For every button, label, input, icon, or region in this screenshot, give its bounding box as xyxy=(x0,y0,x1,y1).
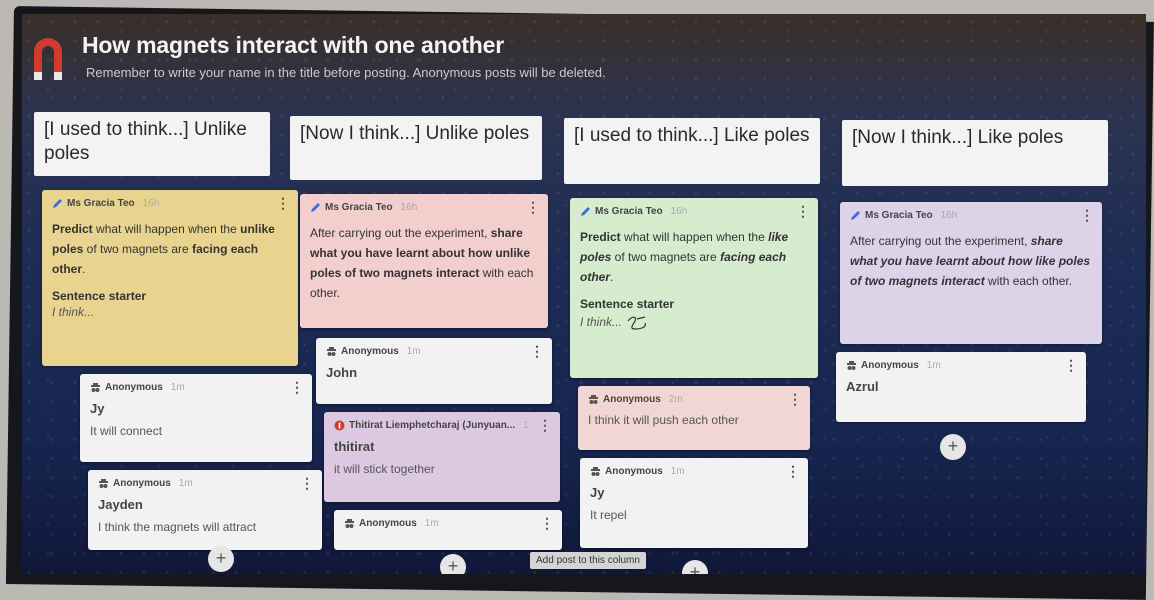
prompt-text: Predict what will happen when the unlike… xyxy=(52,222,275,276)
kebab-menu-icon[interactable]: ⋮ xyxy=(788,392,802,406)
post-card[interactable]: Anonymous 1m ⋮ Jayden I think the magnet… xyxy=(88,470,322,550)
post-card[interactable]: Anonymous 1m ⋮ xyxy=(334,510,562,550)
pencil-icon xyxy=(311,203,320,212)
column-header-2-text: [Now I think...] Unlike poles xyxy=(300,123,530,144)
prompt-text: Predict what will happen when the like p… xyxy=(580,230,789,284)
column-header-4[interactable]: [Now I think...] Like poles xyxy=(842,120,1108,186)
card-author: Anonymous 1m xyxy=(846,360,1076,371)
anonymous-icon xyxy=(99,479,108,488)
post-card[interactable]: Anonymous 1m ⋮ Azrul xyxy=(836,352,1086,422)
kebab-menu-icon[interactable]: ⋮ xyxy=(530,344,544,358)
add-post-tooltip: Add post to this column xyxy=(530,552,646,569)
card-author: Anonymous 1m xyxy=(98,478,312,489)
scribble-drawing xyxy=(627,316,647,330)
add-post-button-2[interactable]: + xyxy=(440,554,466,574)
post-card[interactable]: Anonymous 1m ⋮ John xyxy=(316,338,552,404)
anonymous-icon xyxy=(327,347,336,356)
post-title: Jy xyxy=(90,401,105,416)
card-author: Ms Gracia Teo 16h xyxy=(580,206,808,217)
column-header-3[interactable]: [I used to think...] Like poles xyxy=(564,118,820,184)
sentence-starter-text: I think... xyxy=(580,313,808,333)
add-post-button-4[interactable]: + xyxy=(940,434,966,460)
column-header-4-text: [Now I think...] Like poles xyxy=(852,127,1064,148)
kebab-menu-icon[interactable]: ⋮ xyxy=(290,380,304,394)
anonymous-icon xyxy=(591,467,600,476)
post-card[interactable]: Thitirat Liemphetcharaj (Junyuan... 1 ⋮ … xyxy=(324,412,560,502)
prompt-text: After carrying out the experiment, share… xyxy=(310,226,534,300)
prompt-card-4[interactable]: Ms Gracia Teo 16h ⋮ After carrying out t… xyxy=(840,202,1102,344)
post-title: Azrul xyxy=(846,379,879,394)
card-author: Anonymous 2m xyxy=(588,394,800,405)
board-title: How magnets interact with one another xyxy=(82,32,504,58)
kebab-menu-icon[interactable]: ⋮ xyxy=(276,196,290,210)
column-header-1-text: [I used to think...] Unlike poles xyxy=(44,119,247,164)
card-author: Anonymous 1m xyxy=(326,346,542,357)
pencil-icon xyxy=(581,207,590,216)
kebab-menu-icon[interactable]: ⋮ xyxy=(1080,208,1094,222)
post-text: It repel xyxy=(590,508,627,522)
post-card[interactable]: Anonymous 1m ⋮ Jy It will connect xyxy=(80,374,312,462)
board-subtitle: Remember to write your name in the title… xyxy=(86,65,606,80)
kebab-menu-icon[interactable]: ⋮ xyxy=(300,476,314,490)
add-post-button-3[interactable]: + xyxy=(682,560,708,574)
sentence-starter-label: Sentence starter xyxy=(52,289,147,303)
post-text: It will connect xyxy=(90,424,163,438)
post-text: it will stick together xyxy=(334,462,435,476)
card-author: Ms Gracia Teo 16h xyxy=(310,202,538,213)
prompt-card-2[interactable]: Ms Gracia Teo 16h ⋮ After carrying out t… xyxy=(300,194,548,328)
prompt-text: After carrying out the experiment, share… xyxy=(850,234,1091,288)
prompt-card-1[interactable]: Ms Gracia Teo 16h ⋮ Predict what will ha… xyxy=(42,190,298,366)
card-author: Anonymous 1m xyxy=(344,518,552,529)
post-title: John xyxy=(326,365,358,380)
post-card[interactable]: Anonymous 1m ⋮ Jy It repel xyxy=(580,458,808,548)
post-text: I think it will push each other xyxy=(588,413,739,427)
column-header-3-text: [I used to think...] Like poles xyxy=(574,125,810,146)
post-title: Jayden xyxy=(98,497,143,512)
anonymous-icon xyxy=(589,395,598,404)
card-author: Ms Gracia Teo 16h xyxy=(52,198,288,209)
kebab-menu-icon[interactable]: ⋮ xyxy=(1064,358,1078,372)
card-author: Anonymous 1m xyxy=(590,466,798,477)
board-header: How magnets interact with one another Re… xyxy=(22,14,1146,96)
sentence-starter-label: Sentence starter xyxy=(580,297,675,311)
kebab-menu-icon[interactable]: ⋮ xyxy=(540,516,554,530)
kebab-menu-icon[interactable]: ⋮ xyxy=(526,200,540,214)
red-avatar-icon xyxy=(334,420,345,431)
pencil-icon xyxy=(851,211,860,220)
magnet-icon xyxy=(34,38,62,80)
kebab-menu-icon[interactable]: ⋮ xyxy=(538,418,552,432)
post-card[interactable]: Anonymous 2m ⋮ I think it will push each… xyxy=(578,386,810,450)
card-author: Anonymous 1m xyxy=(90,382,302,393)
post-title: Jy xyxy=(590,485,605,500)
card-author: Ms Gracia Teo 16h xyxy=(850,210,1092,221)
pencil-icon xyxy=(53,199,62,208)
add-post-button-1[interactable]: + xyxy=(208,546,234,572)
prompt-card-3[interactable]: Ms Gracia Teo 16h ⋮ Predict what will ha… xyxy=(570,198,818,378)
card-author: Thitirat Liemphetcharaj (Junyuan... 1 xyxy=(334,420,550,431)
padlet-board: How magnets interact with one another Re… xyxy=(22,14,1146,574)
post-title: thitirat xyxy=(334,439,375,454)
anonymous-icon xyxy=(91,383,100,392)
post-text: I think the magnets will attract xyxy=(98,520,257,534)
anonymous-icon xyxy=(847,361,856,370)
column-header-2[interactable]: [Now I think...] Unlike poles xyxy=(290,116,542,180)
sentence-starter-text: I think... xyxy=(52,305,95,319)
kebab-menu-icon[interactable]: ⋮ xyxy=(786,464,800,478)
anonymous-icon xyxy=(345,519,354,528)
column-header-1[interactable]: [I used to think...] Unlike poles xyxy=(34,112,270,176)
kebab-menu-icon[interactable]: ⋮ xyxy=(796,204,810,218)
